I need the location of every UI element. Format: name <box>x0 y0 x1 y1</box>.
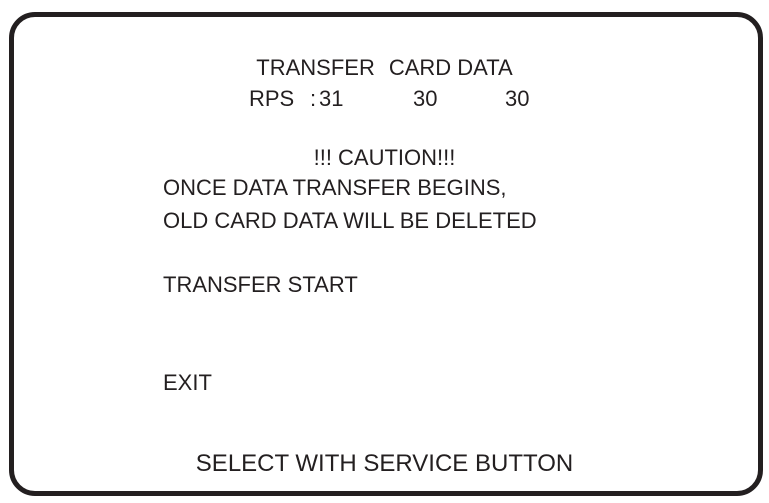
warning-line-2: OLD CARD DATA WILL BE DELETED <box>163 208 537 233</box>
rps-value-2: 30 <box>413 86 438 111</box>
rps-readout: RPS : 31 30 30 <box>249 86 589 112</box>
menu-item-exit[interactable]: EXIT <box>163 370 212 396</box>
screen-frame <box>9 12 763 496</box>
rps-value-1: 31 <box>319 86 344 111</box>
rps-separator: : <box>310 86 317 111</box>
menu-item-transfer-start[interactable]: TRANSFER START <box>163 272 358 298</box>
caution-heading: !!! CAUTION!!! <box>313 145 456 170</box>
rps-label: RPS <box>249 86 295 111</box>
warning-line-1: ONCE DATA TRANSFER BEGINS, <box>163 175 507 200</box>
title-card-data: CARD DATA <box>388 55 513 80</box>
rps-value-3: 30 <box>505 86 530 111</box>
page-title: TRANSFER CARD DATA <box>0 55 769 81</box>
footer-instruction: SELECT WITH SERVICE BUTTON <box>195 450 574 477</box>
title-transfer: TRANSFER <box>256 55 375 80</box>
